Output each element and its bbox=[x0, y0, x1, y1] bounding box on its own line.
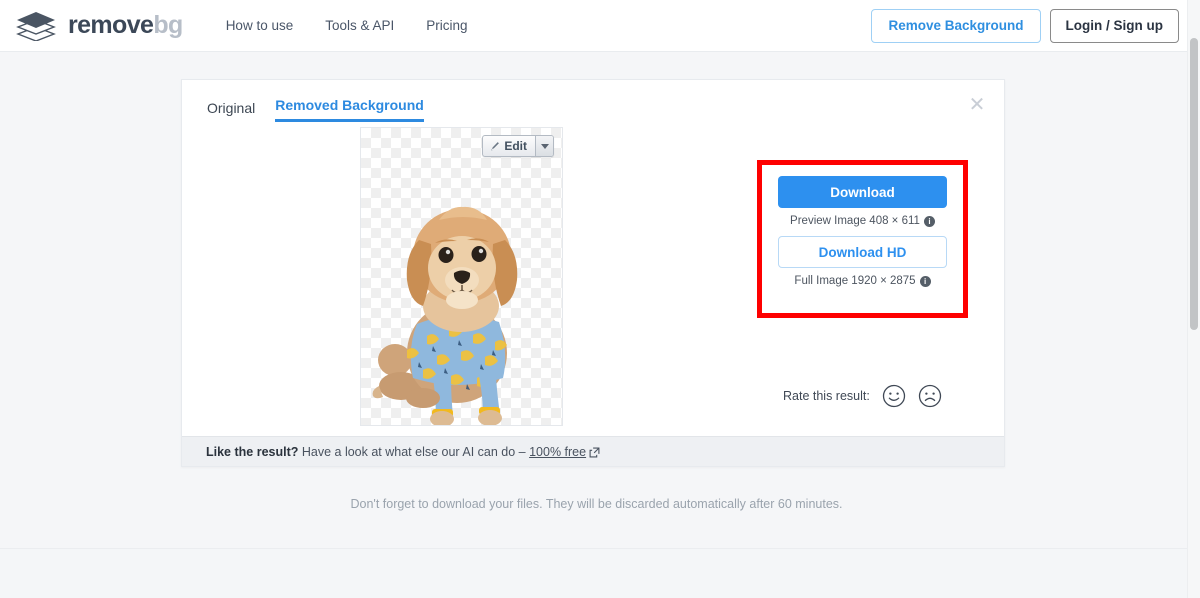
vertical-scrollbar-thumb[interactable] bbox=[1190, 38, 1198, 330]
brush-icon bbox=[491, 141, 500, 150]
result-tabs: Original Removed Background bbox=[207, 97, 424, 122]
header-actions: Remove Background Login / Sign up bbox=[871, 9, 1179, 43]
tab-removed-background[interactable]: Removed Background bbox=[275, 97, 424, 122]
vertical-scrollbar-track[interactable] bbox=[1187, 0, 1200, 598]
page-root: removebg How to use Tools & API Pricing … bbox=[0, 0, 1200, 598]
edit-button-group: Edit bbox=[482, 135, 554, 157]
download-caption-text: Preview Image 408 × 611 bbox=[790, 215, 920, 227]
nav-item-pricing[interactable]: Pricing bbox=[426, 18, 467, 33]
download-button[interactable]: Download bbox=[778, 176, 947, 208]
brand-text-secondary: bg bbox=[153, 11, 183, 39]
dog-image bbox=[372, 206, 518, 425]
download-caption: Preview Image 408 × 611 i bbox=[778, 215, 947, 227]
close-icon[interactable]: ✕ bbox=[964, 93, 990, 119]
footer-promo-rest: Have a look at what else our AI can do – bbox=[298, 444, 530, 459]
full-image-info-icon[interactable]: i bbox=[919, 275, 931, 287]
rate-label: Rate this result: bbox=[783, 389, 870, 403]
edit-dropdown-button[interactable] bbox=[535, 136, 553, 156]
brand-wordmark: removebg bbox=[68, 11, 183, 40]
edit-button-label: Edit bbox=[504, 139, 527, 153]
main-navigation: How to use Tools & API Pricing bbox=[226, 18, 468, 33]
download-panel-highlight: Download Preview Image 408 × 611 i Downl… bbox=[757, 160, 968, 318]
external-link-icon[interactable] bbox=[589, 447, 600, 458]
brand-logo[interactable]: removebg bbox=[14, 11, 183, 41]
footer-promo-text: Like the result? Have a look at what els… bbox=[206, 445, 600, 459]
nav-item-tools-api[interactable]: Tools & API bbox=[325, 18, 394, 33]
image-preview: Edit bbox=[360, 127, 563, 426]
footer-promo-bold: Like the result? bbox=[206, 444, 299, 459]
download-hd-caption-text: Full Image 1920 × 2875 bbox=[794, 275, 916, 287]
card-footer-bar: Like the result? Have a look at what els… bbox=[182, 436, 1004, 466]
bottom-section bbox=[0, 548, 1193, 598]
remove-background-button[interactable]: Remove Background bbox=[871, 9, 1041, 43]
expiry-notice: Don't forget to download your files. The… bbox=[350, 497, 843, 511]
download-hd-caption: Full Image 1920 × 2875 i bbox=[778, 275, 947, 287]
brand-text-primary: remove bbox=[68, 11, 154, 39]
preview-info-icon[interactable]: i bbox=[923, 215, 935, 227]
rate-result-row: Rate this result: bbox=[783, 384, 942, 408]
nav-item-how-to-use[interactable]: How to use bbox=[226, 18, 294, 33]
footer-promo-link[interactable]: 100% free bbox=[529, 445, 586, 459]
download-panel: Download Preview Image 408 × 611 i Downl… bbox=[762, 165, 963, 287]
tab-original[interactable]: Original bbox=[207, 100, 255, 122]
download-hd-button[interactable]: Download HD bbox=[778, 236, 947, 268]
chevron-down-icon bbox=[540, 143, 549, 149]
smiley-face-icon[interactable] bbox=[882, 384, 906, 408]
site-header: removebg How to use Tools & API Pricing … bbox=[0, 0, 1193, 52]
frowning-face-icon[interactable] bbox=[918, 384, 942, 408]
layers-diamond-icon bbox=[16, 11, 56, 41]
edit-button[interactable]: Edit bbox=[483, 136, 535, 156]
login-signup-button[interactable]: Login / Sign up bbox=[1049, 9, 1179, 43]
